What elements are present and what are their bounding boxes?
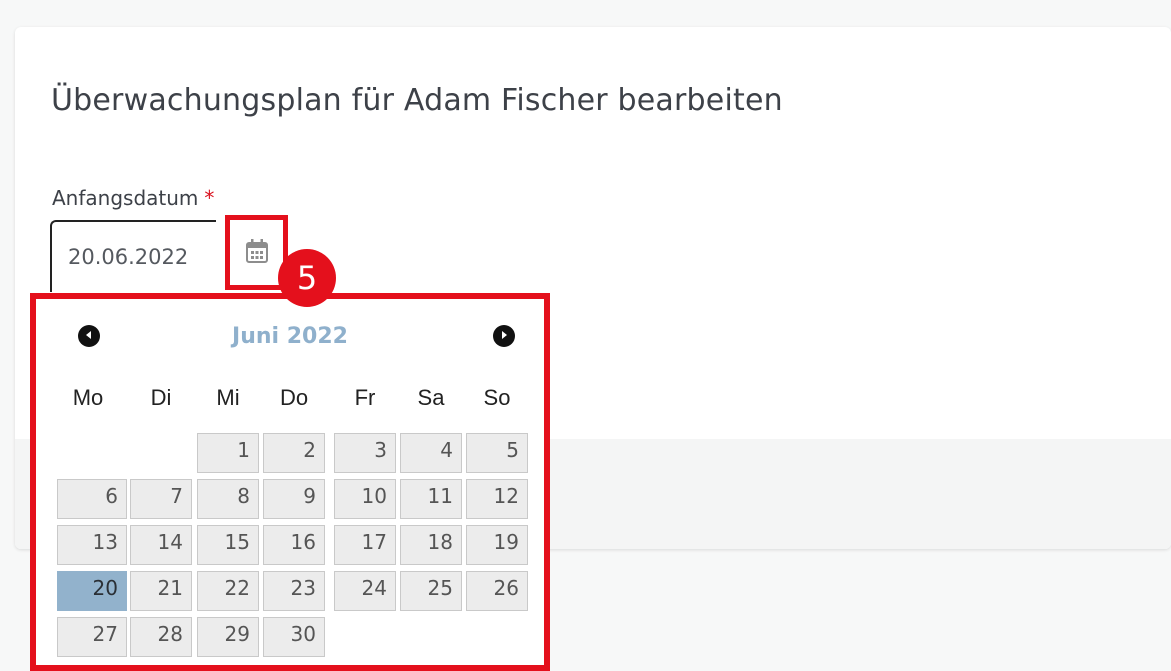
month-title: Juni 2022 xyxy=(232,324,348,349)
day-cell[interactable]: 15 xyxy=(197,525,259,565)
day-cell[interactable]: 7 xyxy=(130,479,192,519)
start-date-input[interactable] xyxy=(50,220,216,292)
day-cell[interactable]: 19 xyxy=(466,525,528,565)
day-cell[interactable]: 14 xyxy=(130,525,192,565)
calendar-icon xyxy=(245,238,269,269)
day-cell[interactable]: 29 xyxy=(197,617,259,657)
day-cell[interactable]: 12 xyxy=(466,479,528,519)
weekday-label: So xyxy=(483,385,511,410)
weekday-label: Do xyxy=(279,385,309,410)
day-cell[interactable]: 17 xyxy=(334,525,396,565)
day-cell[interactable]: 9 xyxy=(263,479,325,519)
weekday-label: Mi xyxy=(216,385,240,410)
weekday-label: Fr xyxy=(354,385,376,410)
day-cell[interactable]: 23 xyxy=(263,571,325,611)
day-cell[interactable]: 18 xyxy=(400,525,462,565)
day-cell[interactable]: 26 xyxy=(466,571,528,611)
day-cell[interactable]: 5 xyxy=(466,433,528,473)
day-cell[interactable]: 4 xyxy=(400,433,462,473)
datepicker-popup: Juni 2022 Mo Di Mi Do Fr Sa So 1 2 3 4 5 6 7 8 9 10 11 12… xyxy=(30,293,550,671)
weekday-label: Sa xyxy=(417,385,445,410)
day-cell[interactable]: 6 xyxy=(57,479,127,519)
step-badge: 5 xyxy=(278,249,336,307)
day-cell[interactable]: 28 xyxy=(130,617,192,657)
day-cell[interactable]: 2 xyxy=(263,433,325,473)
page-title: Überwachungsplan für Adam Fischer bearbe… xyxy=(51,83,783,118)
day-cell[interactable]: 25 xyxy=(400,571,462,611)
day-cell[interactable]: 21 xyxy=(130,571,192,611)
weekday-label: Di xyxy=(150,385,172,410)
day-cell[interactable]: 24 xyxy=(334,571,396,611)
day-cell[interactable]: 1 xyxy=(197,433,259,473)
start-date-label-text: Anfangsdatum xyxy=(52,186,199,210)
weekday-label: Mo xyxy=(72,385,104,410)
day-cell[interactable]: 16 xyxy=(263,525,325,565)
day-cell[interactable]: 8 xyxy=(197,479,259,519)
day-cell[interactable]: 11 xyxy=(400,479,462,519)
next-month-button[interactable] xyxy=(493,325,515,347)
chevron-right-icon xyxy=(499,327,509,345)
day-cell[interactable]: 22 xyxy=(197,571,259,611)
start-date-label: Anfangsdatum * xyxy=(52,186,214,210)
day-cell-selected[interactable]: 20 xyxy=(57,571,127,611)
day-cell[interactable]: 10 xyxy=(334,479,396,519)
day-cell[interactable]: 3 xyxy=(334,433,396,473)
day-cell[interactable]: 13 xyxy=(57,525,127,565)
day-cell[interactable]: 27 xyxy=(57,617,127,657)
required-marker: * xyxy=(204,186,215,210)
day-cell[interactable]: 30 xyxy=(263,617,325,657)
